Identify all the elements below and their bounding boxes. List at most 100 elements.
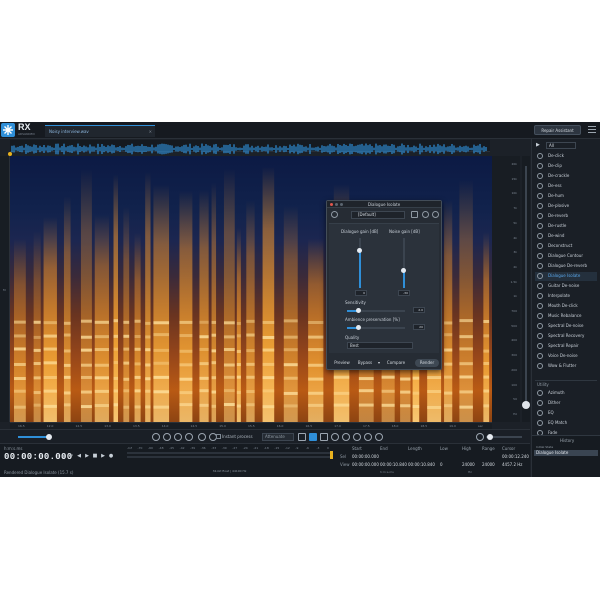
dialogue-gain-knob[interactable]: [357, 248, 362, 253]
selection-value[interactable]: 0: [440, 462, 443, 467]
zoom-out-icon[interactable]: [163, 433, 171, 441]
selection-units-select[interactable]: h:m:s.ms: [380, 470, 394, 474]
time-tick: 19.0: [449, 424, 456, 428]
module-item[interactable]: De-plosive: [535, 202, 597, 211]
module-item[interactable]: De-clip: [535, 162, 597, 171]
time-format-select[interactable]: h:m:s.ms: [4, 446, 22, 451]
module-item[interactable]: Dialogue Contour: [535, 252, 597, 261]
record-icon[interactable]: ●: [108, 453, 114, 459]
module-item[interactable]: Guitar De-noise: [535, 282, 597, 291]
lasso-icon[interactable]: [331, 433, 339, 441]
utility-module-item[interactable]: EQ: [535, 409, 597, 418]
bypass-button[interactable]: Bypass: [354, 359, 376, 367]
ambience-knob[interactable]: [356, 325, 362, 330]
render-button[interactable]: Render: [415, 359, 439, 367]
module-item[interactable]: De-wind: [535, 232, 597, 241]
help-icon[interactable]: [432, 211, 439, 218]
ambience-value[interactable]: 20: [413, 324, 425, 330]
module-item[interactable]: De-reverb: [535, 212, 597, 221]
stop-icon[interactable]: ■: [92, 453, 98, 459]
module-item[interactable]: Interpolate: [535, 292, 597, 301]
preview-button[interactable]: Preview: [331, 359, 353, 367]
file-tab[interactable]: Noisy interview.wav ✕: [45, 125, 155, 137]
utility-module-item[interactable]: Azimuth: [535, 389, 597, 398]
module-item[interactable]: Voice De-noise: [535, 352, 597, 361]
module-item[interactable]: Music Rebalance: [535, 312, 597, 321]
preset-select[interactable]: [Default]: [351, 211, 405, 219]
power-icon[interactable]: [331, 211, 338, 218]
zoom-horizontal-icon[interactable]: [476, 433, 484, 441]
time-selection-icon[interactable]: [298, 433, 306, 441]
zoom-fit-icon[interactable]: [185, 433, 193, 441]
utility-module-item[interactable]: EQ Match: [535, 419, 597, 428]
module-item[interactable]: De-click: [535, 152, 597, 161]
selection-value[interactable]: 00:00:10.840: [380, 462, 407, 467]
waveform-overview[interactable]: [10, 140, 490, 155]
instant-process-mode-select[interactable]: Attenuate: [262, 433, 294, 441]
selection-value[interactable]: 4457.2 Hz: [502, 462, 522, 467]
module-item[interactable]: De-crackle: [535, 172, 597, 181]
sensitivity-value[interactable]: 2.0: [413, 307, 425, 313]
hand-tool-icon[interactable]: [198, 433, 206, 441]
time-tick: 12.5: [75, 424, 83, 428]
module-filter-select[interactable]: All: [546, 142, 576, 149]
module-item[interactable]: De-ess: [535, 182, 597, 191]
loop-icon[interactable]: ↻: [68, 453, 74, 459]
brush-icon[interactable]: [342, 433, 350, 441]
instant-process-checkbox[interactable]: [216, 434, 221, 439]
menu-icon[interactable]: [588, 126, 596, 134]
selection-value[interactable]: 00:00:00.000: [352, 454, 379, 459]
waveform-spectrogram-blend-knob[interactable]: [46, 434, 52, 440]
utility-module-item[interactable]: Dither: [535, 399, 597, 408]
harmonic-selection-icon[interactable]: [353, 433, 361, 441]
rewind-icon[interactable]: ◀: [76, 453, 82, 459]
time-tick: 16.0: [276, 424, 284, 428]
quality-select[interactable]: Best: [347, 342, 413, 349]
find-similar-icon[interactable]: [375, 433, 383, 441]
module-item[interactable]: Spectral De-noise: [535, 322, 597, 331]
forward-icon[interactable]: ▶: [100, 453, 106, 459]
play-icon[interactable]: ▶: [84, 453, 90, 459]
module-item[interactable]: Dialogue De-reverb: [535, 262, 597, 271]
selection-value[interactable]: 00:00:12.240: [502, 454, 529, 459]
history-item-selected[interactable]: Dialogue Isolate: [534, 450, 598, 456]
repair-assistant-button[interactable]: Repair Assistant: [534, 125, 581, 135]
compare-button[interactable]: Compare: [384, 359, 408, 367]
frequency-selection-icon[interactable]: [320, 433, 328, 441]
module-chain-icon[interactable]: [411, 211, 418, 218]
settings-icon[interactable]: [422, 211, 429, 218]
module-item[interactable]: Deconstruct: [535, 242, 597, 251]
horizontal-zoom-knob[interactable]: [487, 434, 493, 440]
noise-gain-knob[interactable]: [401, 268, 406, 273]
sensitivity-knob[interactable]: [356, 308, 362, 313]
noise-gain-value[interactable]: -30: [398, 290, 410, 296]
vertical-zoom-knob[interactable]: [522, 401, 530, 409]
dialog-titlebar[interactable]: Dialogue Isolate: [327, 201, 441, 208]
frequency-tick: 10k: [511, 191, 517, 196]
selection-value[interactable]: 00:00:00.000: [352, 462, 379, 467]
meter-db-label: -36: [200, 446, 206, 450]
time-frequency-selection-icon[interactable]: [309, 433, 317, 441]
close-icon[interactable]: ✕: [149, 126, 152, 137]
module-item[interactable]: Mouth De-click: [535, 302, 597, 311]
selection-value[interactable]: 24000: [462, 462, 475, 467]
dialogue-gain-value[interactable]: 0: [355, 290, 367, 296]
bypass-dropdown-icon[interactable]: ▾: [376, 359, 382, 367]
frequency-units-select[interactable]: Hz: [468, 470, 472, 474]
module-item[interactable]: Wow & Flutter: [535, 362, 597, 371]
selection-value[interactable]: 00:00:10.840: [408, 462, 435, 467]
magic-wand-icon[interactable]: [364, 433, 372, 441]
zoom-selection-icon[interactable]: [174, 433, 182, 441]
zoom-in-icon[interactable]: [152, 433, 160, 441]
history-item[interactable]: Initial State: [536, 445, 553, 449]
module-item[interactable]: Dialogue Isolate: [535, 272, 597, 281]
module-item[interactable]: Spectral Repair: [535, 342, 597, 351]
module-icon: [537, 293, 543, 299]
headphones-icon[interactable]: ♫: [60, 453, 66, 459]
module-item[interactable]: Spectral Recovery: [535, 332, 597, 341]
module-chain-icon[interactable]: ▶: [536, 142, 540, 148]
vertical-zoom-slider[interactable]: [522, 156, 530, 422]
module-item[interactable]: De-rustle: [535, 222, 597, 231]
selection-value[interactable]: 24000: [482, 462, 495, 467]
module-item[interactable]: De-hum: [535, 192, 597, 201]
